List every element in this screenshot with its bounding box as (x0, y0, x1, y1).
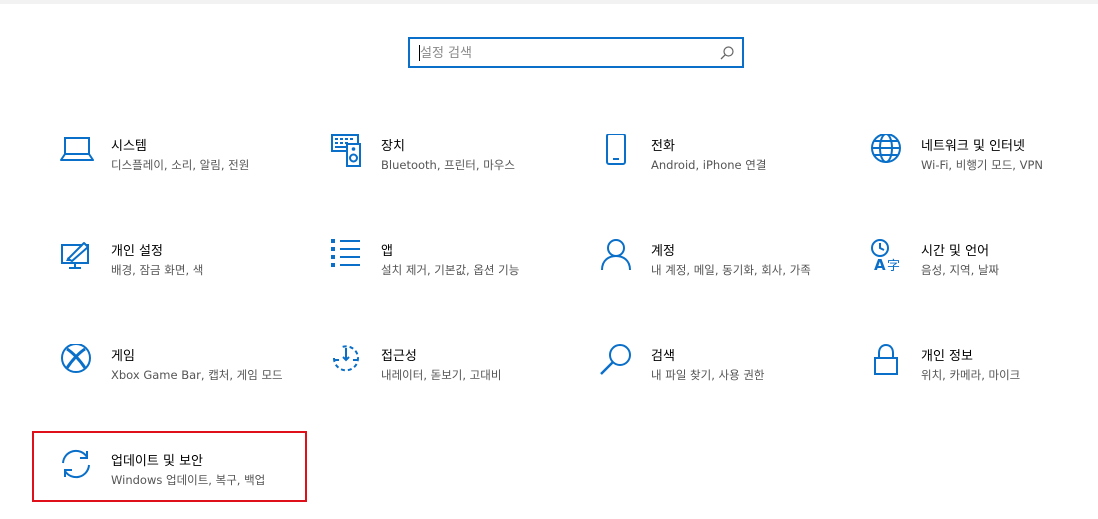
tile-title: 시간 및 언어 (921, 244, 990, 259)
apps-list-icon (330, 239, 364, 273)
tile-description: Xbox Game Bar, 캡처, 게임 모드 (111, 368, 283, 382)
laptop-icon (60, 134, 94, 168)
tile-privacy[interactable]: 개인 정보 위치, 카메라, 마이크 (870, 344, 1098, 414)
ease-of-access-icon (330, 344, 364, 378)
tile-time-language[interactable]: A字 시간 및 언어 음성, 지역, 날짜 (870, 239, 1098, 309)
search-box[interactable] (408, 37, 744, 68)
tile-title: 계정 (651, 244, 675, 259)
tile-devices[interactable]: 장치 Bluetooth, 프린터, 마우스 (330, 134, 570, 204)
tile-search[interactable]: 검색 내 파일 찾기, 사용 권한 (600, 344, 840, 414)
globe-icon (870, 134, 904, 168)
tile-accounts[interactable]: 계정 내 계정, 메일, 동기화, 회사, 가족 (600, 239, 840, 309)
tile-title: 시스템 (111, 139, 147, 154)
devices-icon (330, 134, 364, 168)
tile-description: 내레이터, 돋보기, 고대비 (381, 368, 502, 382)
svg-text:字: 字 (887, 259, 900, 273)
time-language-icon: A字 (870, 239, 904, 273)
tile-title: 게임 (111, 349, 135, 364)
svg-text:A: A (874, 256, 886, 273)
tile-description: 내 계정, 메일, 동기화, 회사, 가족 (651, 263, 811, 277)
tile-description: 배경, 잠금 화면, 색 (111, 263, 204, 277)
tile-title: 접근성 (381, 349, 417, 364)
tile-description: 내 파일 찾기, 사용 권한 (651, 368, 765, 382)
tile-title: 앱 (381, 244, 393, 259)
tile-title: 전화 (651, 139, 675, 154)
tile-description: 음성, 지역, 날짜 (921, 263, 1000, 277)
phone-icon (600, 134, 634, 168)
tile-title: 검색 (651, 349, 675, 364)
tile-description: 디스플레이, 소리, 알림, 전원 (111, 158, 250, 172)
account-icon (600, 239, 634, 273)
tile-title: 장치 (381, 139, 405, 154)
selection-highlight-box (32, 431, 307, 502)
tile-title: 개인 설정 (111, 244, 163, 259)
search-input[interactable] (420, 42, 710, 64)
tile-phone[interactable]: 전화 Android, iPhone 연결 (600, 134, 840, 204)
tile-personalization[interactable]: 개인 설정 배경, 잠금 화면, 색 (60, 239, 300, 309)
search-icon (600, 344, 634, 378)
tile-description: Bluetooth, 프린터, 마우스 (381, 158, 515, 172)
search-icon[interactable] (718, 44, 736, 62)
tile-description: 설치 제거, 기본값, 옵션 기능 (381, 263, 520, 277)
tile-title: 개인 정보 (921, 349, 973, 364)
tile-ease-of-access[interactable]: 접근성 내레이터, 돋보기, 고대비 (330, 344, 570, 414)
tile-gaming[interactable]: 게임 Xbox Game Bar, 캡처, 게임 모드 (60, 344, 300, 414)
tile-description: 위치, 카메라, 마이크 (921, 368, 1021, 382)
top-strip (0, 0, 1098, 4)
tile-description: Wi-Fi, 비행기 모드, VPN (921, 158, 1044, 172)
personalization-icon (60, 239, 94, 273)
tile-description: Android, iPhone 연결 (651, 158, 767, 172)
xbox-icon (60, 344, 94, 378)
tile-apps[interactable]: 앱 설치 제거, 기본값, 옵션 기능 (330, 239, 570, 309)
tile-system[interactable]: 시스템 디스플레이, 소리, 알림, 전원 (60, 134, 300, 204)
tile-title: 네트워크 및 인터넷 (921, 139, 1025, 154)
tile-network[interactable]: 네트워크 및 인터넷 Wi-Fi, 비행기 모드, VPN (870, 134, 1098, 204)
lock-icon (870, 344, 904, 378)
